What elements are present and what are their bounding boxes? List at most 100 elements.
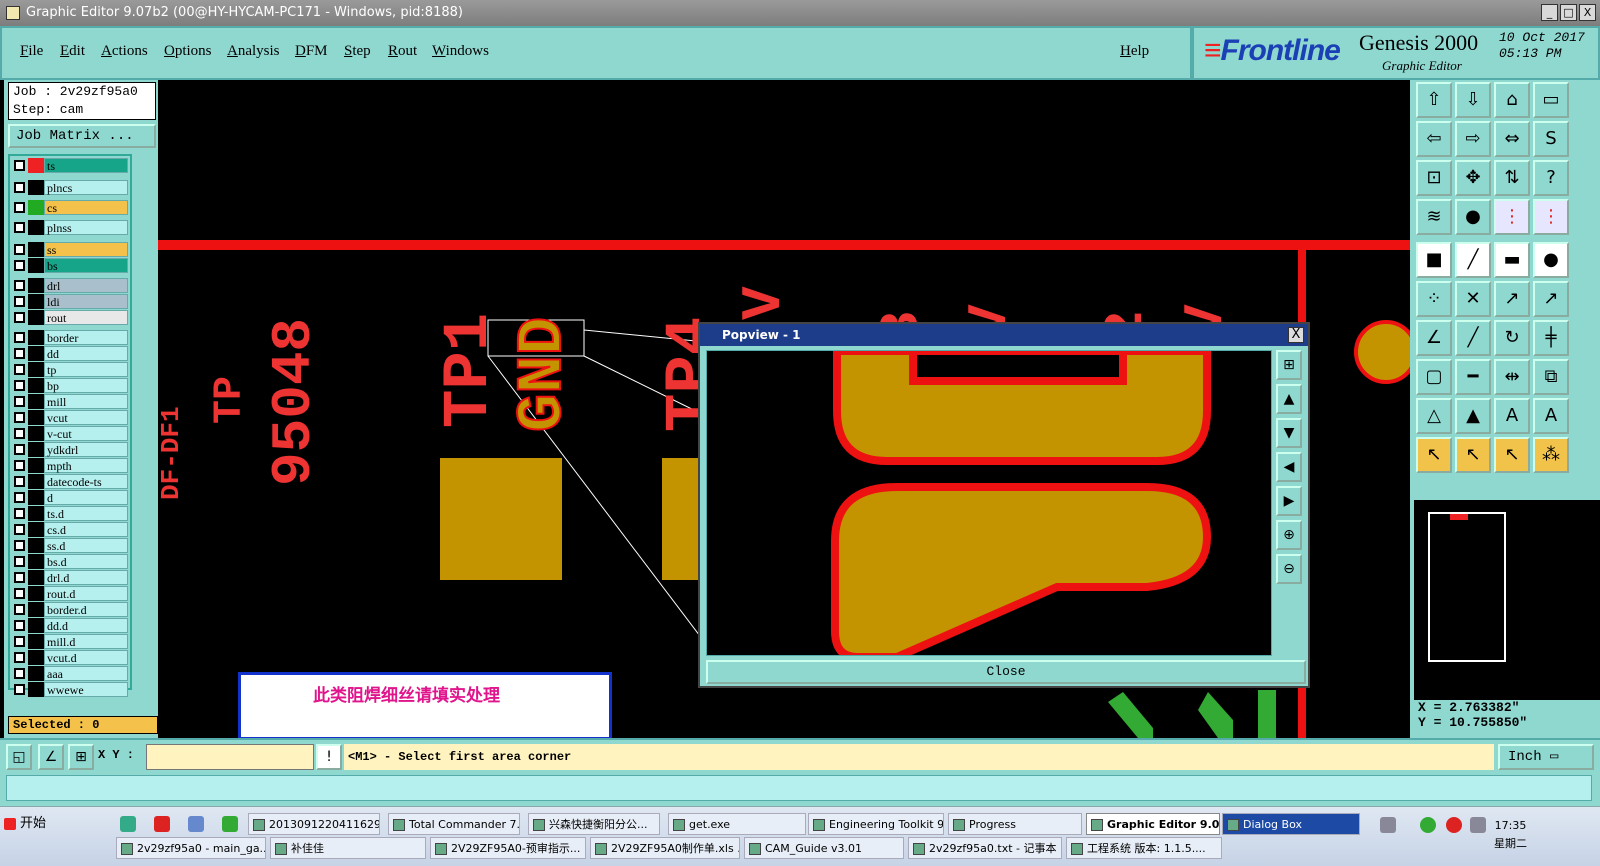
layer-checkbox[interactable] bbox=[14, 636, 25, 647]
layer-row[interactable]: cs bbox=[12, 200, 130, 215]
shape-icon[interactable]: ▢ bbox=[1416, 359, 1452, 395]
menu-windows[interactable]: Windows bbox=[432, 43, 489, 60]
task-item[interactable]: 2013091220411629... bbox=[248, 813, 380, 835]
menu-edit[interactable]: Edit bbox=[60, 43, 85, 60]
calculator-icon[interactable] bbox=[188, 816, 204, 832]
triangle-edit-icon[interactable]: ▲ bbox=[1455, 398, 1491, 434]
menu-analysis[interactable]: Analysis bbox=[227, 43, 280, 60]
task-item[interactable]: 兴森快捷衡阳分公... bbox=[528, 813, 660, 835]
layer-row[interactable]: mpth bbox=[12, 458, 130, 473]
layer-row[interactable]: tp bbox=[12, 362, 130, 377]
net-select-icon[interactable]: ⋮ bbox=[1533, 199, 1569, 235]
layer-checkbox[interactable] bbox=[14, 684, 25, 695]
cross-icon[interactable]: ✕ bbox=[1455, 281, 1491, 317]
layer-row[interactable]: rout bbox=[12, 310, 130, 325]
layer-row[interactable]: vcut bbox=[12, 410, 130, 425]
node-icon[interactable]: ⁘ bbox=[1416, 281, 1452, 317]
maximize-button[interactable]: □ bbox=[1560, 4, 1577, 21]
layer-checkbox[interactable] bbox=[14, 202, 25, 213]
mirror-icon[interactable]: ⇔ bbox=[1494, 121, 1530, 157]
layer-checkbox[interactable] bbox=[14, 476, 25, 487]
popview-canvas[interactable] bbox=[706, 350, 1272, 656]
net-icon[interactable]: ⋮ bbox=[1494, 199, 1530, 235]
layer-row[interactable]: vcut.d bbox=[12, 650, 130, 665]
snap-icon[interactable]: S bbox=[1533, 121, 1569, 157]
info-icon[interactable]: ! bbox=[316, 744, 342, 770]
layer-checkbox[interactable] bbox=[14, 412, 25, 423]
grid-icon[interactable]: ⊞ bbox=[68, 744, 94, 770]
layer-checkbox[interactable] bbox=[14, 588, 25, 599]
menu-help[interactable]: Help bbox=[1120, 43, 1149, 60]
circle-icon[interactable]: ● bbox=[1533, 242, 1569, 278]
layer-checkbox[interactable] bbox=[14, 160, 25, 171]
settings-icon[interactable]: ≋ bbox=[1416, 199, 1452, 235]
job-matrix-button[interactable]: Job Matrix ... bbox=[8, 124, 156, 148]
minimize-button[interactable]: _ bbox=[1541, 4, 1558, 21]
layer-checkbox[interactable] bbox=[14, 222, 25, 233]
layer-row[interactable]: datecode-ts bbox=[12, 474, 130, 489]
rotate-icon[interactable]: ↻ bbox=[1494, 320, 1530, 356]
angle-icon[interactable]: ∠ bbox=[1416, 320, 1452, 356]
close-window-button[interactable]: X bbox=[1579, 4, 1596, 21]
layer-row[interactable]: wwewe bbox=[12, 682, 130, 697]
layer-row[interactable]: cs.d bbox=[12, 522, 130, 537]
layer-checkbox[interactable] bbox=[14, 444, 25, 455]
scale-icon[interactable]: ⇅ bbox=[1494, 160, 1530, 196]
tray-icon-2[interactable] bbox=[1420, 817, 1436, 833]
triangle-icon[interactable]: △ bbox=[1416, 398, 1452, 434]
layer-checkbox[interactable] bbox=[14, 312, 25, 323]
window-icon[interactable]: ▭ bbox=[1533, 82, 1569, 118]
task-item[interactable]: 2v29zf95a0.txt - 记事本 bbox=[908, 837, 1062, 859]
layer-row[interactable]: border bbox=[12, 330, 130, 345]
layer-row[interactable]: plnss bbox=[12, 220, 130, 235]
menu-rout[interactable]: Rout bbox=[388, 43, 417, 60]
help-icon[interactable]: ? bbox=[1533, 160, 1569, 196]
ruler-icon[interactable]: ▬ bbox=[1494, 242, 1530, 278]
group-icon[interactable]: ⧉ bbox=[1533, 359, 1569, 395]
layer-row[interactable]: dd bbox=[12, 346, 130, 361]
layer-row[interactable]: v-cut bbox=[12, 426, 130, 441]
tool-down-icon[interactable]: ⇩ bbox=[1455, 82, 1491, 118]
popview-close-button[interactable]: Close bbox=[706, 660, 1306, 684]
layer-checkbox[interactable] bbox=[14, 556, 25, 567]
layer-checkbox[interactable] bbox=[14, 182, 25, 193]
layer-row[interactable]: bp bbox=[12, 378, 130, 393]
menu-step[interactable]: Step bbox=[344, 43, 371, 60]
layer-row[interactable]: drl bbox=[12, 278, 130, 293]
layer-checkbox[interactable] bbox=[14, 620, 25, 631]
layer-row[interactable]: bs bbox=[12, 258, 130, 273]
popview-close-x-button[interactable]: X bbox=[1288, 327, 1304, 343]
menu-options[interactable]: Options bbox=[164, 43, 212, 60]
overview-map[interactable] bbox=[1414, 500, 1600, 700]
angle-snap-icon[interactable]: ∠ bbox=[38, 744, 64, 770]
layer-row[interactable]: d bbox=[12, 490, 130, 505]
layer-row[interactable]: mill bbox=[12, 394, 130, 409]
line-icon[interactable]: ╱ bbox=[1455, 242, 1491, 278]
zoom-center-icon[interactable]: ✥ bbox=[1455, 160, 1491, 196]
home-icon[interactable]: ⌂ bbox=[1494, 82, 1530, 118]
network-icon[interactable] bbox=[1470, 817, 1486, 833]
measure-icon[interactable]: ⇹ bbox=[1494, 359, 1530, 395]
task-item-dialog[interactable]: Dialog Box bbox=[1222, 813, 1360, 835]
snap-grid-icon[interactable]: ◱ bbox=[6, 744, 32, 770]
pad-icon[interactable]: ■ bbox=[1416, 242, 1452, 278]
connect-icon[interactable]: ↗ bbox=[1494, 281, 1530, 317]
layer-checkbox[interactable] bbox=[14, 396, 25, 407]
pointer-net-icon[interactable]: ↖ bbox=[1494, 437, 1530, 473]
menu-file[interactable]: File bbox=[20, 43, 43, 60]
route-icon[interactable]: ↗ bbox=[1533, 281, 1569, 317]
layer-checkbox[interactable] bbox=[14, 280, 25, 291]
browser-icon[interactable] bbox=[222, 816, 238, 832]
pdf-icon[interactable] bbox=[154, 816, 170, 832]
pan-right-icon[interactable]: ⇨ bbox=[1455, 121, 1491, 157]
task-item[interactable]: Total Commander 7.... bbox=[388, 813, 520, 835]
layer-row[interactable]: rout.d bbox=[12, 586, 130, 601]
tray-icon-1[interactable] bbox=[1380, 817, 1396, 833]
zoom-out-icon[interactable]: ⊖ bbox=[1276, 554, 1302, 584]
task-item[interactable]: Progress bbox=[948, 813, 1082, 835]
pointer-multi-icon[interactable]: ⁂ bbox=[1533, 437, 1569, 473]
diagonal-icon[interactable]: ╱ bbox=[1455, 320, 1491, 356]
layer-checkbox[interactable] bbox=[14, 492, 25, 503]
layer-checkbox[interactable] bbox=[14, 380, 25, 391]
task-item-active[interactable]: Graphic Editor 9.0... bbox=[1086, 813, 1220, 835]
